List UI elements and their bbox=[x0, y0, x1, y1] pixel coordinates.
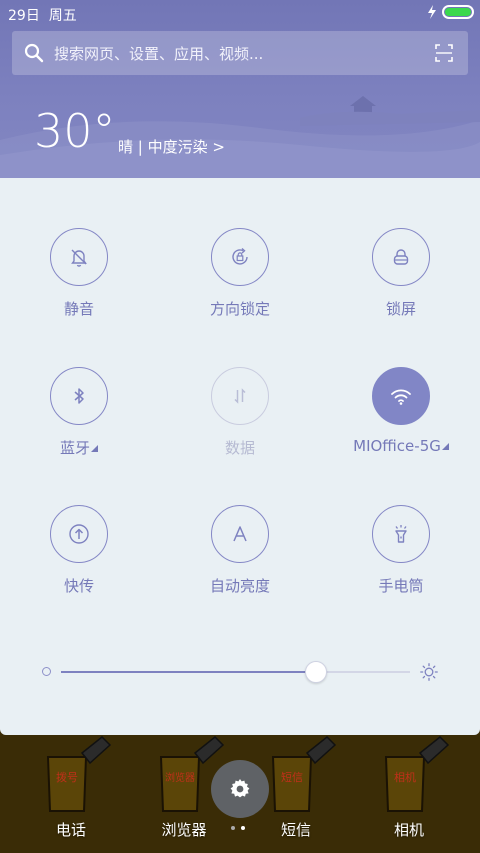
search-placeholder: 搜索网页、设置、应用、视频... bbox=[54, 44, 264, 63]
tile-lock-screen[interactable]: 锁屏 bbox=[331, 228, 471, 319]
gear-icon bbox=[230, 779, 250, 798]
app-messages-label: 短信 bbox=[280, 821, 311, 839]
weather-detail[interactable]: 晴 | 中度污染 > bbox=[118, 136, 225, 157]
bluetooth-menu-indicator-icon bbox=[91, 445, 98, 452]
tile-bluetooth-label[interactable]: 蓝牙 bbox=[9, 437, 149, 458]
camera-app-icon: 相机 bbox=[384, 735, 450, 812]
app-phone[interactable]: 拨号 电话 bbox=[21, 735, 121, 840]
tile-quick-transfer-label: 快传 bbox=[63, 577, 94, 595]
status-bar: 29日 周五 bbox=[0, 0, 480, 28]
tile-lock-screen-label: 锁屏 bbox=[385, 300, 416, 318]
tile-mute-label: 静音 bbox=[63, 300, 94, 318]
weather-temperature[interactable]: 30° bbox=[34, 108, 116, 154]
tile-flashlight[interactable]: 手电筒 bbox=[331, 505, 471, 596]
status-date: 29日 周五 bbox=[8, 5, 77, 25]
page-dot-1 bbox=[231, 826, 235, 830]
app-phone-label: 电话 bbox=[55, 821, 86, 839]
wifi-network-name: MIOffice-5G bbox=[353, 437, 441, 455]
settings-button[interactable] bbox=[211, 760, 269, 818]
tile-quick-transfer-button[interactable] bbox=[50, 505, 108, 563]
bluetooth-label-text: 蓝牙 bbox=[59, 439, 90, 457]
rotation-lock-icon bbox=[232, 247, 248, 265]
camera-icon-text: 相机 bbox=[394, 770, 416, 784]
battery-level bbox=[445, 8, 471, 16]
tile-mute-button[interactable] bbox=[50, 228, 108, 286]
date-text: 29日 bbox=[8, 8, 40, 24]
app-browser-label: 浏览器 bbox=[161, 821, 207, 839]
tile-rotation-lock[interactable]: 方向锁定 bbox=[170, 228, 310, 319]
phone-app-icon: 拨号 bbox=[46, 735, 112, 812]
brightness-thumb[interactable] bbox=[304, 661, 327, 683]
tile-bluetooth[interactable]: 蓝牙 bbox=[9, 367, 149, 458]
tile-lock-screen-button[interactable] bbox=[372, 228, 430, 286]
brightness-high-icon bbox=[420, 663, 438, 681]
data-arrows-icon bbox=[234, 388, 246, 404]
brightness-track[interactable] bbox=[61, 661, 410, 683]
tile-rotation-lock-label: 方向锁定 bbox=[209, 300, 270, 318]
app-camera[interactable]: 相机 相机 bbox=[359, 735, 459, 840]
browser-icon-text: 浏览器 bbox=[165, 771, 195, 784]
tile-flashlight-button[interactable] bbox=[372, 505, 430, 563]
messages-icon-text: 短信 bbox=[281, 770, 303, 784]
tile-quick-transfer[interactable]: 快传 bbox=[9, 505, 149, 596]
brightness-slider[interactable] bbox=[36, 660, 444, 684]
tile-auto-brightness-label: 自动亮度 bbox=[209, 577, 270, 595]
search-bar[interactable]: 搜索网页、设置、应用、视频... bbox=[12, 31, 468, 75]
bell-off-icon bbox=[71, 249, 87, 267]
scan-icon[interactable] bbox=[434, 43, 454, 63]
search-icon bbox=[24, 43, 44, 63]
tile-wifi[interactable]: MIOffice-5G bbox=[331, 367, 471, 455]
tile-rotation-lock-button[interactable] bbox=[211, 228, 269, 286]
status-icons bbox=[427, 5, 474, 19]
tile-mobile-data[interactable]: 数据 bbox=[170, 367, 310, 458]
tile-mobile-data-button[interactable] bbox=[211, 367, 269, 425]
battery-icon bbox=[442, 5, 474, 19]
flashlight-icon bbox=[395, 525, 407, 543]
page-indicator bbox=[231, 826, 245, 830]
tile-auto-brightness[interactable]: 自动亮度 bbox=[170, 505, 310, 596]
lock-icon bbox=[393, 249, 409, 265]
auto-brightness-icon bbox=[233, 526, 247, 542]
brightness-low-icon bbox=[42, 667, 51, 676]
app-camera-label: 相机 bbox=[393, 821, 424, 839]
tile-wifi-label[interactable]: MIOffice-5G bbox=[331, 437, 471, 455]
transfer-icon bbox=[69, 524, 89, 544]
wifi-icon bbox=[391, 389, 411, 405]
tile-wifi-button[interactable] bbox=[372, 367, 430, 425]
quick-settings-panel: 静音 方向锁定 锁屏 蓝牙 数据 MIOffice-5G 快传 自动亮度 手电筒 bbox=[0, 178, 480, 735]
tile-mute[interactable]: 静音 bbox=[9, 228, 149, 319]
tile-auto-brightness-button[interactable] bbox=[211, 505, 269, 563]
brightness-fill bbox=[61, 671, 316, 673]
page-dot-2 bbox=[241, 826, 245, 830]
tile-flashlight-label: 手电筒 bbox=[378, 577, 424, 595]
tile-bluetooth-button[interactable] bbox=[50, 367, 108, 425]
bluetooth-icon bbox=[74, 388, 84, 404]
charging-icon bbox=[428, 5, 436, 19]
tile-mobile-data-label: 数据 bbox=[224, 439, 255, 457]
wifi-menu-indicator-icon bbox=[441, 443, 449, 450]
notification-header: 29日 周五 搜索网页、设置、应用、视频... 30° 晴 | 中度污染 > bbox=[0, 0, 480, 180]
weekday-text: 周五 bbox=[48, 8, 77, 24]
phone-icon-text: 拨号 bbox=[56, 770, 78, 784]
